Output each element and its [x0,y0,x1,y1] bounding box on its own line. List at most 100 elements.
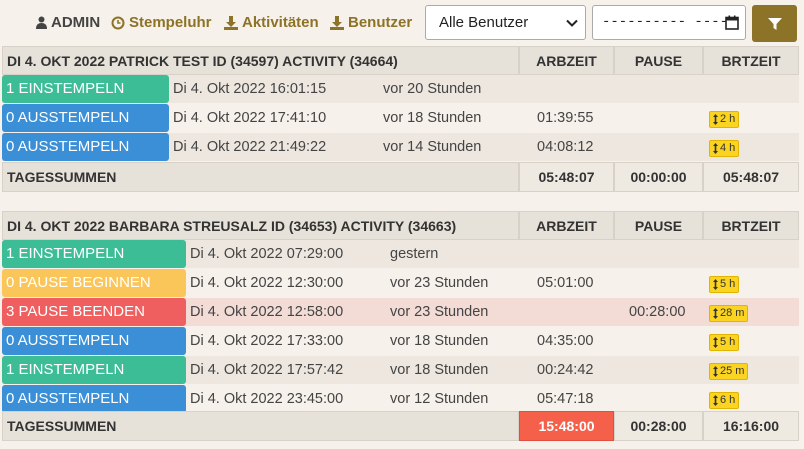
relative-time: vor 20 Stunden [383,81,482,97]
relative-time: gestern [390,246,439,262]
timestamp: Di 4. Okt 2022 17:41:10 [173,110,327,126]
action-label: 0 AUSSTEMPELN [2,385,186,413]
badge-label: 25 m [720,365,745,377]
badge-label: 28 m [720,307,745,319]
timestamp: Di 4. Okt 2022 17:57:42 [190,362,344,378]
arrows-vertical-icon [713,395,718,406]
table-row: 0 AUSSTEMPELN Di 4. Okt 2022 17:33:00 vo… [2,327,799,355]
arbzeit-value: 04:08:12 [537,139,594,155]
action-label: 3 PAUSE BEENDEN [2,298,186,326]
timestamp: Di 4. Okt 2022 16:01:15 [173,81,327,97]
user-icon [36,16,47,29]
duration-badge: 2 h [709,111,740,128]
column-header-arbzeit: ARBZEIT [519,46,614,75]
summary-brtzeit: 16:16:00 [703,411,799,441]
badge-label: 6 h [720,394,736,406]
duration-badge: 28 m [709,305,749,322]
duration-badge: 5 h [709,276,740,293]
timestamp: Di 4. Okt 2022 12:30:00 [190,275,344,291]
nav-benutzer[interactable]: Benutzer [330,14,412,31]
action-label: 1 EINSTEMPELN [2,75,169,103]
nav-stempeluhr-label: Stempeluhr [129,14,212,31]
duration-badge: 5 h [709,334,740,351]
summary-label: TAGESSUMMEN [2,411,519,441]
action-label: 0 AUSSTEMPELN [2,133,169,161]
section-title: DI 4. OKT 2022 PATRICK TEST ID (34597) A… [2,46,519,75]
relative-time: vor 18 Stunden [390,362,489,378]
duration-badge: 4 h [709,140,740,157]
table-row: 0 AUSSTEMPELN Di 4. Okt 2022 21:49:22 vo… [2,133,799,161]
timestamp: Di 4. Okt 2022 23:45:00 [190,391,344,407]
nav-benutzer-label: Benutzer [348,14,413,31]
top-navigation: ADMIN Stempeluhr Aktivitäten Benutzer Al… [0,0,804,46]
arbzeit-value: 04:35:00 [537,333,594,349]
date-input[interactable]: ---------- ---- [592,5,746,40]
arrows-vertical-icon [713,308,718,319]
chevron-down-icon [566,19,578,27]
nav-admin-label: ADMIN [51,14,101,31]
download-icon [224,15,238,30]
arrows-vertical-icon [713,279,718,290]
table-row: 1 EINSTEMPELN Di 4. Okt 2022 07:29:00 ge… [2,240,799,268]
filter-icon [767,17,782,30]
arrows-vertical-icon [713,143,718,154]
table-row: 0 PAUSE BEGINNEN Di 4. Okt 2022 12:30:00… [2,269,799,297]
timestamp: Di 4. Okt 2022 17:33:00 [190,333,344,349]
pause-value: 00:28:00 [629,304,686,320]
relative-time: vor 12 Stunden [390,391,489,407]
relative-time: vor 18 Stunden [383,110,482,126]
summary-arbzeit: 15:48:00 [519,411,614,441]
duration-badge: 25 m [709,363,749,380]
timestamp: Di 4. Okt 2022 21:49:22 [173,139,327,155]
section-title: DI 4. OKT 2022 BARBARA STREUSALZ ID (346… [2,211,519,240]
summary-label: TAGESSUMMEN [2,162,519,192]
action-label: 1 EINSTEMPELN [2,356,186,384]
relative-time: vor 14 Stunden [383,139,482,155]
relative-time: vor 23 Stunden [390,275,489,291]
user-select-value: Alle Benutzer [439,14,529,31]
column-header-pause: PAUSE [614,211,703,240]
table-row: 1 EINSTEMPELN Di 4. Okt 2022 16:01:15 vo… [2,75,799,103]
arrows-vertical-icon [713,366,718,377]
summary-pause: 00:00:00 [614,162,703,192]
nav-admin[interactable]: ADMIN [36,14,100,31]
clock-icon [111,16,125,29]
action-label: 0 PAUSE BEGINNEN [2,269,186,297]
date-input-value: ---------- ---- [602,14,729,30]
user-select[interactable]: Alle Benutzer [425,5,586,40]
table-row: 0 AUSSTEMPELN Di 4. Okt 2022 17:41:10 vo… [2,104,799,132]
column-header-arbzeit: ARBZEIT [519,211,614,240]
arrows-vertical-icon [713,114,718,125]
relative-time: vor 18 Stunden [390,333,489,349]
column-header-pause: PAUSE [614,46,703,75]
summary-pause: 00:28:00 [614,411,703,441]
action-label: 0 AUSSTEMPELN [2,104,169,132]
badge-label: 5 h [720,336,736,348]
timestamp: Di 4. Okt 2022 07:29:00 [190,246,344,262]
nav-aktivitaeten[interactable]: Aktivitäten [224,14,319,31]
daily-summary-row: TAGESSUMMEN 15:48:00 00:28:00 16:16:00 [2,411,799,441]
table-row: 0 AUSSTEMPELN Di 4. Okt 2022 23:45:00 vo… [2,385,799,413]
summary-arbzeit: 05:48:07 [519,162,614,192]
nav-aktivitaeten-label: Aktivitäten [242,14,319,31]
arbzeit-value: 05:01:00 [537,275,594,291]
column-header-brtzeit: BRTZEIT [703,211,799,240]
day-section-patrick: DI 4. OKT 2022 PATRICK TEST ID (34597) A… [2,46,799,192]
relative-time: vor 23 Stunden [390,304,489,320]
calendar-icon[interactable] [725,15,739,30]
nav-stempeluhr[interactable]: Stempeluhr [111,14,212,31]
summary-brtzeit: 05:48:07 [703,162,799,192]
timestamp: Di 4. Okt 2022 12:58:00 [190,304,344,320]
table-row: 1 EINSTEMPELN Di 4. Okt 2022 17:57:42 vo… [2,356,799,384]
filter-button[interactable] [752,5,797,42]
daily-summary-row: TAGESSUMMEN 05:48:07 00:00:00 05:48:07 [2,162,799,192]
arbzeit-value: 01:39:55 [537,110,594,126]
download-icon [330,15,344,30]
action-label: 1 EINSTEMPELN [2,240,186,268]
day-section-barbara: DI 4. OKT 2022 BARBARA STREUSALZ ID (346… [2,211,799,441]
action-label: 0 AUSSTEMPELN [2,327,186,355]
badge-label: 5 h [720,278,736,290]
arbzeit-value: 00:24:42 [537,362,594,378]
badge-label: 2 h [720,113,736,125]
duration-badge: 6 h [709,392,740,409]
